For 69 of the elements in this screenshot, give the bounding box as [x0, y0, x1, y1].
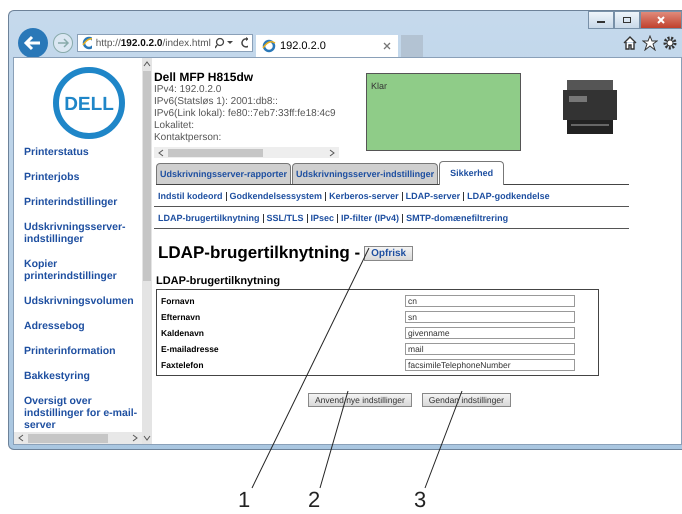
- sidebar-link[interactable]: Printerindstillinger: [24, 196, 142, 208]
- settings-icon[interactable]: [662, 35, 678, 51]
- close-button[interactable]: [640, 11, 682, 29]
- tab[interactable]: Udskrivningsserver-indstillinger: [292, 163, 438, 184]
- info-line: Lokalitet:: [154, 120, 196, 132]
- close-icon[interactable]: [382, 41, 392, 51]
- minimize-button[interactable]: [588, 11, 614, 29]
- status-text: Klar: [371, 81, 388, 91]
- input-field[interactable]: facsimileTelephoneNumber: [405, 358, 575, 370]
- browser-tab[interactable]: 192.0.2.0: [256, 35, 398, 57]
- input-field[interactable]: givenname: [405, 326, 575, 338]
- nav-link[interactable]: LDAP-godkendelse: [467, 191, 550, 201]
- callout-number: 3: [414, 488, 426, 512]
- sidebar-link[interactable]: Kopier printerindstillinger: [24, 258, 142, 282]
- scrollbar[interactable]: [154, 147, 339, 158]
- info-line: IPv6(Link lokal): fe80::7eb7:33ff:fe18:4c9: [154, 108, 337, 120]
- page-title: LDAP-brugertilknytning -: [158, 243, 360, 263]
- scrollbar[interactable]: [142, 58, 152, 444]
- nav-link[interactable]: IPsec: [310, 213, 334, 223]
- sidebar-link[interactable]: Oversigt over indstillinger for e-mail-server: [24, 395, 142, 431]
- action-button[interactable]: Anvend nye indstillinger: [308, 393, 412, 407]
- nav-link[interactable]: Godkendelsessystem: [230, 191, 322, 201]
- star-icon[interactable]: [642, 35, 658, 51]
- back-button[interactable]: [17, 27, 49, 59]
- sidebar-link[interactable]: Udskrivningsserver-indstillinger: [24, 221, 142, 245]
- printer-model: Dell MFP H815dw: [154, 70, 254, 84]
- search-icon[interactable]: [214, 37, 236, 49]
- browser-logo-icon: [262, 39, 276, 53]
- input-field[interactable]: cn: [405, 294, 575, 306]
- scrollbar[interactable]: [14, 432, 142, 444]
- nav-link[interactable]: IP-filter (IPv4): [341, 213, 400, 223]
- logo-drawing: DELL: [52, 66, 126, 140]
- field-label: Faxtelefon: [161, 360, 205, 370]
- sidebar-link[interactable]: Printerjobs: [24, 171, 142, 183]
- callout-number: 2: [308, 488, 320, 512]
- info-line: IPv4: 192.0.2.0: [154, 84, 222, 96]
- nav-link[interactable]: LDAP-brugertilknytning: [158, 213, 260, 223]
- tab-title: 192.0.2.0: [280, 40, 327, 52]
- refresh-button[interactable]: Opfrisk: [364, 246, 414, 260]
- nav-link[interactable]: LDAP-server: [406, 191, 460, 201]
- field-label: Fornavn: [161, 296, 196, 306]
- input-field[interactable]: sn: [405, 310, 575, 322]
- nav-link[interactable]: Indstil kodeord: [158, 191, 223, 201]
- nav-link[interactable]: SSL/TLS: [266, 213, 304, 223]
- sidebar-link[interactable]: Adressebog: [24, 320, 142, 332]
- close-icon: [656, 16, 666, 24]
- nav-link[interactable]: SMTP-domænefiltrering: [406, 213, 508, 223]
- maximize-icon: [622, 16, 632, 24]
- field-label: Efternavn: [161, 312, 202, 322]
- nav-link[interactable]: Kerberos-server: [329, 191, 399, 201]
- sidebar-link[interactable]: Printerstatus: [24, 146, 142, 158]
- sidebar-link[interactable]: Bakkestyring: [24, 370, 142, 382]
- maximize-button[interactable]: [614, 11, 640, 29]
- callout-number: 1: [238, 488, 250, 512]
- tab[interactable]: Sikkerhed: [439, 161, 504, 185]
- tab[interactable]: Udskrivningsserver-rapporter: [156, 163, 292, 184]
- address-bar[interactable]: http://192.0.2.0/index.html: [77, 34, 253, 52]
- section-title: LDAP-brugertilknytning: [155, 274, 282, 289]
- sidebar-link[interactable]: Printerinformation: [24, 345, 142, 357]
- refresh-icon[interactable]: [240, 37, 248, 49]
- info-line: IPv6(Statsløs 1): 2001:db8::: [154, 96, 279, 108]
- field-label: E-mailadresse: [161, 344, 220, 354]
- browser-logo-icon: [82, 36, 92, 50]
- input-field[interactable]: mail: [405, 342, 575, 354]
- info-line: Kontaktperson:: [154, 132, 222, 144]
- home-icon[interactable]: [622, 35, 638, 51]
- action-button[interactable]: Gendan indstillinger: [422, 393, 511, 407]
- field-label: Kaldenavn: [161, 328, 205, 338]
- sidebar-link[interactable]: Udskrivningsvolumen: [24, 295, 142, 307]
